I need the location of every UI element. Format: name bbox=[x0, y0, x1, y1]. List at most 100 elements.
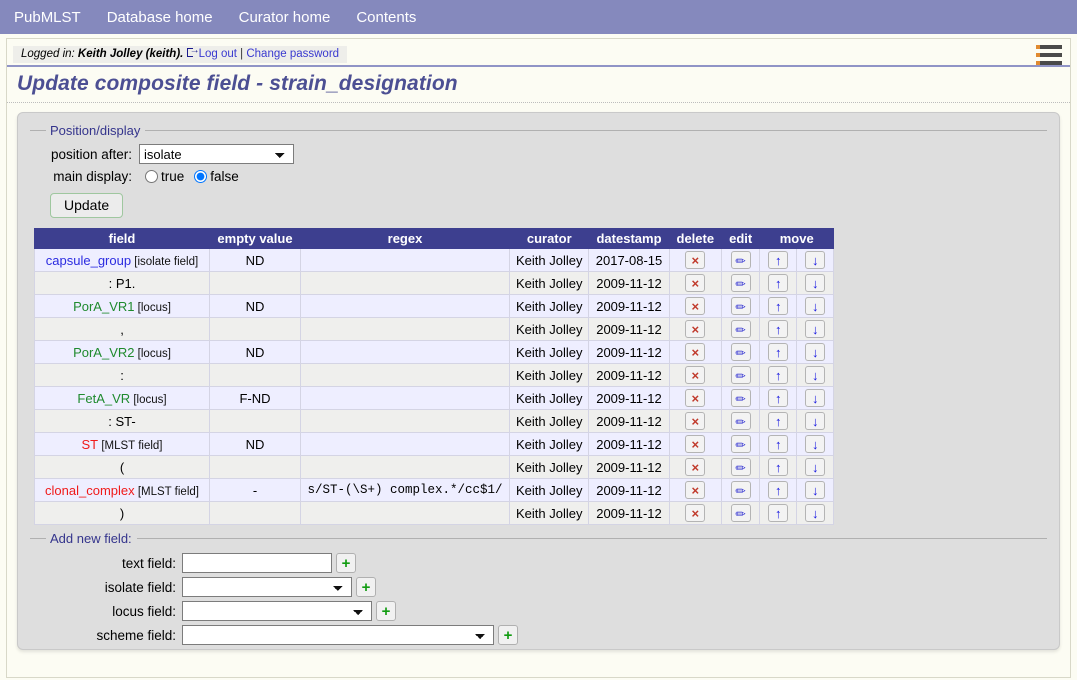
move-up-icon[interactable]: ↑ bbox=[768, 389, 789, 407]
move-down-icon[interactable]: ↓ bbox=[805, 274, 826, 292]
move-up-icon[interactable]: ↑ bbox=[768, 412, 789, 430]
cell-curator: Keith Jolley bbox=[508, 248, 590, 272]
add-isolate-field-plus-icon[interactable]: + bbox=[356, 577, 376, 597]
move-up-icon[interactable]: ↑ bbox=[768, 320, 789, 338]
move-down-icon[interactable]: ↓ bbox=[805, 389, 826, 407]
move-up-icon[interactable]: ↑ bbox=[768, 343, 789, 361]
add-scheme-field-input[interactable] bbox=[182, 625, 494, 645]
move-up-icon[interactable]: ↑ bbox=[768, 274, 789, 292]
cell-field: : bbox=[34, 363, 210, 387]
cell-move-down: ↓ bbox=[796, 501, 835, 525]
move-down-icon[interactable]: ↓ bbox=[805, 504, 826, 522]
title-bar: Update composite field - strain_designat… bbox=[7, 65, 1070, 103]
delete-icon[interactable]: × bbox=[685, 251, 706, 269]
move-down-icon[interactable]: ↓ bbox=[805, 251, 826, 269]
move-down-icon[interactable]: ↓ bbox=[805, 435, 826, 453]
hamburger-menu-icon[interactable] bbox=[1036, 45, 1062, 67]
cell-regex bbox=[300, 248, 510, 272]
delete-icon[interactable]: × bbox=[685, 366, 706, 384]
edit-pencil-icon[interactable]: ✎ bbox=[730, 320, 751, 339]
table-row: : ST- Keith Jolley 2009-11-12 × ✎ ↑ ↓ bbox=[34, 409, 835, 433]
add-text-field-plus-icon[interactable]: + bbox=[336, 553, 356, 573]
move-up-icon[interactable]: ↑ bbox=[768, 458, 789, 476]
delete-icon[interactable]: × bbox=[685, 389, 706, 407]
cell-move-up: ↑ bbox=[759, 271, 798, 295]
add-locus-field-plus-icon[interactable]: + bbox=[376, 601, 396, 621]
edit-pencil-icon[interactable]: ✎ bbox=[730, 389, 751, 408]
delete-icon[interactable]: × bbox=[685, 320, 706, 338]
edit-pencil-icon[interactable]: ✎ bbox=[730, 274, 751, 293]
cell-delete: × bbox=[668, 271, 723, 295]
add-locus-field-input[interactable] bbox=[182, 601, 372, 621]
add-isolate-field-input[interactable] bbox=[182, 577, 352, 597]
delete-icon[interactable]: × bbox=[685, 297, 706, 315]
cell-edit: ✎ bbox=[721, 294, 761, 318]
move-down-icon[interactable]: ↓ bbox=[805, 297, 826, 315]
cell-regex bbox=[300, 363, 510, 387]
cell-curator: Keith Jolley bbox=[508, 455, 590, 479]
move-up-icon[interactable]: ↑ bbox=[768, 435, 789, 453]
move-down-icon[interactable]: ↓ bbox=[805, 412, 826, 430]
nav-item-contents[interactable]: Contents bbox=[356, 9, 416, 26]
add-text-field-input[interactable] bbox=[182, 553, 332, 573]
nav-item-database-home[interactable]: Database home bbox=[107, 9, 213, 26]
move-up-icon[interactable]: ↑ bbox=[768, 366, 789, 384]
header-delete: delete bbox=[668, 228, 723, 249]
delete-icon[interactable]: × bbox=[685, 504, 706, 522]
delete-icon[interactable]: × bbox=[685, 274, 706, 292]
field-name: capsule_group bbox=[45, 252, 132, 268]
delete-icon[interactable]: × bbox=[685, 412, 706, 430]
move-down-icon[interactable]: ↓ bbox=[805, 366, 826, 384]
cell-move-down: ↓ bbox=[796, 386, 835, 410]
cell-edit: ✎ bbox=[721, 386, 761, 410]
move-down-icon[interactable]: ↓ bbox=[805, 481, 826, 499]
move-up-icon[interactable]: ↑ bbox=[768, 251, 789, 269]
field-name: clonal_complex bbox=[45, 482, 135, 498]
edit-pencil-icon[interactable]: ✎ bbox=[730, 251, 751, 270]
cell-curator: Keith Jolley bbox=[508, 317, 590, 341]
move-down-icon[interactable]: ↓ bbox=[805, 343, 826, 361]
table-row: capsule_group [isolate field] ND Keith Jol… bbox=[34, 248, 835, 272]
nav-item-curator-home[interactable]: Curator home bbox=[239, 9, 331, 26]
cell-regex bbox=[300, 455, 510, 479]
move-down-icon[interactable]: ↓ bbox=[805, 458, 826, 476]
main-display-false-radio[interactable] bbox=[194, 170, 208, 183]
edit-pencil-icon[interactable]: ✎ bbox=[730, 504, 751, 523]
cell-datestamp: 2009-11-12 bbox=[588, 432, 670, 456]
pencil-glyph: ✎ bbox=[731, 436, 749, 454]
move-up-icon[interactable]: ↑ bbox=[768, 504, 789, 522]
nav-item-pubmlst[interactable]: PubMLST bbox=[14, 9, 81, 26]
edit-pencil-icon[interactable]: ✎ bbox=[730, 412, 751, 431]
edit-pencil-icon[interactable]: ✎ bbox=[730, 435, 751, 454]
field-type-tag: [MLST field] bbox=[98, 439, 163, 452]
cell-datestamp: 2009-11-12 bbox=[588, 409, 670, 433]
logout-link[interactable]: Log out bbox=[199, 48, 237, 60]
move-down-icon[interactable]: ↓ bbox=[805, 320, 826, 338]
cell-move-down: ↓ bbox=[796, 432, 835, 456]
hamburger-bar-3 bbox=[1036, 61, 1062, 65]
edit-pencil-icon[interactable]: ✎ bbox=[730, 366, 751, 385]
update-button[interactable]: Update bbox=[50, 193, 124, 218]
main-display-false-label[interactable]: false bbox=[210, 169, 239, 184]
position-after-select[interactable]: isolate bbox=[139, 144, 294, 164]
cell-curator: Keith Jolley bbox=[508, 501, 590, 525]
main-display-true-label[interactable]: true bbox=[161, 169, 184, 184]
edit-pencil-icon[interactable]: ✎ bbox=[730, 297, 751, 316]
edit-pencil-icon[interactable]: ✎ bbox=[730, 458, 751, 477]
delete-icon[interactable]: × bbox=[685, 458, 706, 476]
edit-pencil-icon[interactable]: ✎ bbox=[730, 481, 751, 500]
delete-icon[interactable]: × bbox=[685, 481, 706, 499]
pencil-glyph: ✎ bbox=[731, 367, 749, 385]
change-password-link[interactable]: Change password bbox=[246, 48, 339, 60]
add-scheme-field-plus-icon[interactable]: + bbox=[498, 625, 518, 645]
edit-pencil-icon[interactable]: ✎ bbox=[730, 343, 751, 362]
table-row: (Keith Jolley 2009-11-12 × ✎ ↑ ↓ bbox=[34, 455, 835, 479]
move-up-icon[interactable]: ↑ bbox=[768, 481, 789, 499]
logged-in-prefix: Logged in: bbox=[21, 48, 75, 60]
main-display-true-radio[interactable] bbox=[145, 170, 158, 183]
logout-icon bbox=[186, 45, 200, 58]
cell-edit: ✎ bbox=[721, 340, 761, 364]
delete-icon[interactable]: × bbox=[685, 435, 706, 453]
move-up-icon[interactable]: ↑ bbox=[768, 297, 789, 315]
delete-icon[interactable]: × bbox=[685, 343, 706, 361]
